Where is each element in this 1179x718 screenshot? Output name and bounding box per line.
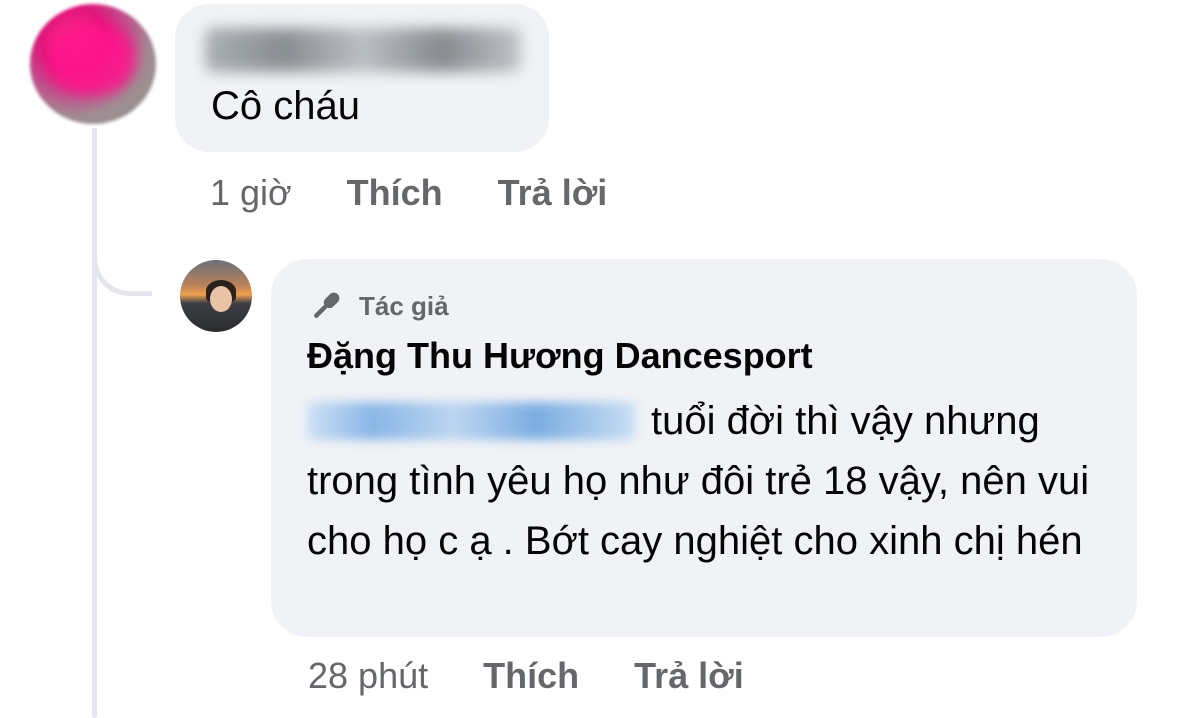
avatar[interactable] [30, 4, 156, 124]
avatar[interactable] [180, 260, 252, 332]
badge-label: Tác giả [359, 290, 449, 321]
thread-connector [92, 128, 152, 296]
author-name[interactable]: Đặng Thu Hương Dancesport [307, 335, 813, 377]
avatar-blur [48, 24, 134, 94]
comment-timestamp[interactable]: 28 phút [308, 655, 428, 697]
reply-actions: 28 phút Thích Trả lời [308, 655, 744, 697]
author-badge: Tác giả [307, 287, 449, 325]
blurred-author-name[interactable] [205, 28, 521, 72]
reply-button[interactable]: Trả lời [498, 172, 608, 214]
comment-text: Cô cháu [211, 84, 360, 128]
blurred-mention[interactable] [307, 402, 635, 440]
reply-button[interactable]: Trả lời [634, 655, 744, 697]
comment-timestamp[interactable]: 1 giờ [210, 172, 292, 214]
reply-bubble: Tác giả Đặng Thu Hương Dancesport tuổi đ… [271, 259, 1137, 637]
microphone-icon [314, 292, 340, 318]
comment-text: tuổi đời thì vậy nhưng trong tình yêu họ… [307, 391, 1117, 571]
comment-bubble: Cô cháu [175, 4, 549, 152]
like-button[interactable]: Thích [483, 655, 579, 697]
like-button[interactable]: Thích [347, 172, 443, 214]
avatar-face [210, 286, 232, 312]
comment-actions: 1 giờ Thích Trả lời [210, 172, 607, 214]
